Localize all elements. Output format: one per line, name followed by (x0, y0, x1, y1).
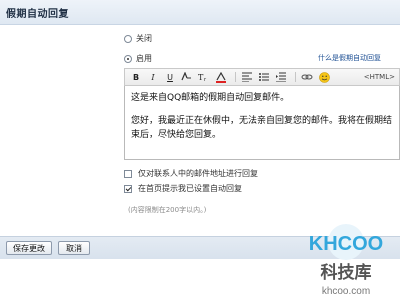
watermark-logo-text: KHCOO (309, 233, 383, 255)
bold-icon[interactable]: B (129, 71, 143, 83)
editor-line-1: 这是来自QQ邮箱的假期自动回复邮件。 (131, 93, 290, 103)
radio-off[interactable]: 关闭 (124, 33, 152, 44)
reply-editor[interactable]: 这是来自QQ邮箱的假期自动回复邮件。 您好，我最近正在休假中，无法亲自回复您的邮… (124, 86, 400, 160)
watermark-url-text: khcoo.com (322, 286, 370, 297)
homepage-notice-checkbox[interactable] (124, 184, 132, 193)
radio-on-button[interactable] (124, 54, 132, 63)
radio-off-button[interactable] (124, 34, 132, 43)
link-icon[interactable] (300, 71, 314, 83)
toolbar-divider (235, 72, 236, 82)
section-header: 假期自动回复 (0, 0, 400, 25)
contacts-only-checkbox[interactable] (124, 169, 132, 178)
help-link[interactable]: 什么是假期自动回复 (318, 53, 381, 63)
list-icon[interactable] (257, 71, 271, 83)
svg-text:r: r (204, 77, 207, 82)
save-button[interactable]: 保存更改 (6, 241, 52, 255)
cancel-button[interactable]: 取消 (58, 241, 90, 255)
homepage-notice-label: 在首页提示我已设置自动回复 (138, 184, 242, 193)
watermark-cn-text: 科技库 (321, 262, 372, 283)
homepage-notice-option[interactable]: 在首页提示我已设置自动回复 (124, 183, 242, 194)
align-icon[interactable] (240, 71, 254, 83)
toolbar-divider (295, 72, 296, 82)
radio-on-label: 启用 (136, 54, 152, 63)
content-limit-hint: (内容限制在200字以内。) (128, 206, 207, 214)
indent-icon[interactable] (274, 71, 288, 83)
page-title: 假期自动回复 (6, 9, 69, 20)
editor-toolbar: B I U Tr <HTML> (124, 68, 400, 86)
font-icon[interactable] (180, 71, 194, 83)
emoji-icon[interactable] (317, 71, 331, 83)
italic-icon[interactable]: I (146, 71, 160, 83)
underline-icon[interactable]: U (163, 71, 177, 83)
watermark-logo: KHCOO 科技库 khcoo.com (309, 224, 383, 297)
html-mode-toggle[interactable]: <HTML> (364, 71, 395, 83)
radio-on[interactable]: 启用 (124, 53, 152, 64)
contacts-only-label: 仅对联系人中的邮件地址进行回复 (138, 169, 258, 178)
font-size-icon[interactable]: Tr (197, 71, 211, 83)
contacts-only-option[interactable]: 仅对联系人中的邮件地址进行回复 (124, 168, 258, 179)
font-color-icon[interactable] (214, 71, 228, 83)
radio-off-label: 关闭 (136, 34, 152, 43)
editor-line-2: 您好，我最近正在休假中，无法亲自回复您的邮件。我将在假期结束后，尽快给您回复。 (131, 116, 393, 140)
